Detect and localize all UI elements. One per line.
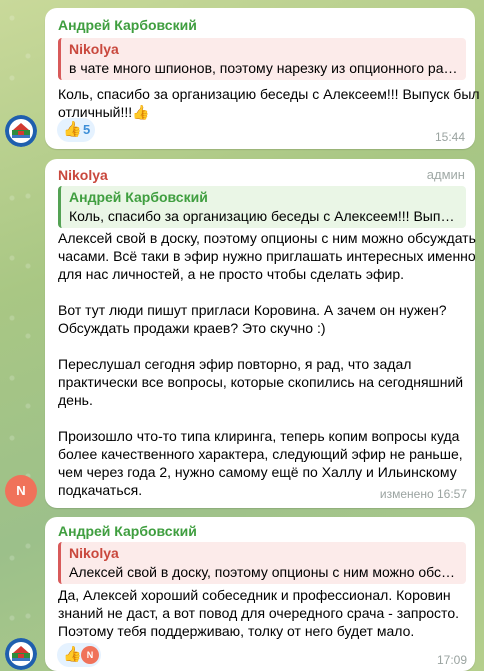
message-time: 17:09 xyxy=(436,653,467,667)
message-text-line: Обсуждать продажи краев? Это скучно :) xyxy=(58,320,326,336)
sender-name[interactable]: Nikolya xyxy=(58,167,108,183)
message-text-line: Произошло что-то типа клиринга, теперь к… xyxy=(58,428,460,444)
reaction-chip[interactable]: 👍 N xyxy=(57,643,101,667)
sender-avatar[interactable] xyxy=(5,115,37,147)
message-text-line: чем через года 2, нужно самому ещё по Ха… xyxy=(58,464,457,480)
sender-name[interactable]: Андрей Карбовский xyxy=(58,17,197,33)
reply-text: в чате много шпионов, поэтому нарезку из… xyxy=(69,60,460,76)
message-time: изменено 16:57 xyxy=(379,487,467,501)
message-text-line: Алексей свой в доску, поэтому опционы с … xyxy=(58,230,476,246)
thumbs-up-icon: 👍 xyxy=(63,646,82,663)
house-logo-icon xyxy=(5,115,37,147)
message-text-line: Вот тут люди пишут пригласи Коровина. А … xyxy=(58,302,447,318)
message-text-line: для нас личностей, а не просто чтобы сде… xyxy=(58,266,405,282)
reply-text: Алексей свой в доску, поэтому опционы с … xyxy=(69,564,460,580)
reaction-user-avatar: N xyxy=(81,646,99,664)
reaction-count: 5 xyxy=(83,122,91,137)
reply-sender-name: Nikolya xyxy=(69,41,119,57)
sender-name[interactable]: Андрей Карбовский xyxy=(58,523,197,539)
message-text-line: Поэтому тебя поддерживаю, толку от него … xyxy=(58,623,415,639)
reply-text: Коль, спасибо за организацию беседы с Ал… xyxy=(69,208,460,224)
sender-avatar[interactable]: N xyxy=(5,475,37,507)
message-text-line: Переслушал сегодня эфир повторно, я рад,… xyxy=(58,356,412,372)
message-bubble[interactable]: Nikolya админ Андрей Карбовский Коль, сп… xyxy=(45,159,476,508)
message-time: 15:44 xyxy=(434,130,465,144)
message-text-line: более качественного характера, следующий… xyxy=(58,446,463,462)
thumbs-up-icon: 👍 xyxy=(63,121,82,138)
reply-sender-name: Nikolya xyxy=(69,545,119,561)
message-bubble[interactable]: Андрей Карбовский Nikolya Алексей свой в… xyxy=(45,517,475,671)
house-logo-icon xyxy=(5,638,37,670)
message-text-line: практически все вопросы, которые скопили… xyxy=(58,374,464,390)
reply-sender-name: Андрей Карбовский xyxy=(69,189,208,205)
reply-quote[interactable]: Nikolya Алексей свой в доску, поэтому оп… xyxy=(58,542,466,584)
message-text-line: день. xyxy=(58,392,93,408)
message-text-line: Коль, спасибо за организацию беседы с Ал… xyxy=(58,86,480,102)
message-text-line: знаний не даст, а вот повод для очередно… xyxy=(58,605,459,621)
sender-avatar[interactable] xyxy=(5,638,37,670)
reply-quote[interactable]: Nikolya в чате много шпионов, поэтому на… xyxy=(58,38,466,80)
reaction-chip[interactable]: 👍 5 xyxy=(57,118,95,142)
reply-quote[interactable]: Андрей Карбовский Коль, спасибо за орган… xyxy=(58,186,466,228)
message-text-line: Да, Алексей хороший собеседник и професс… xyxy=(58,587,451,603)
admin-tag: админ xyxy=(426,167,465,182)
message-text-line: часами. Всё таки в эфир нужно приглашать… xyxy=(58,248,476,264)
message-text-line: подкачаться. xyxy=(58,482,143,498)
message-bubble[interactable]: Андрей Карбовский Nikolya в чате много ш… xyxy=(45,8,480,149)
